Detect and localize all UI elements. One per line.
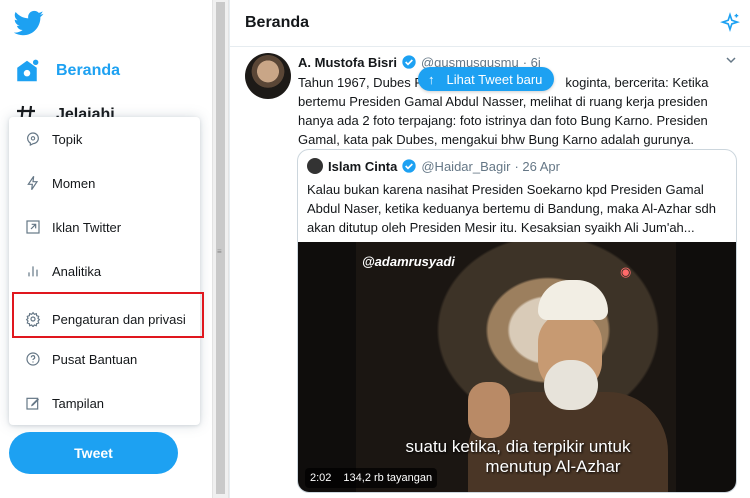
quoted-tweet-text: Kalau bukan karena nasihat Presiden Soek… [307,182,717,235]
quoted-avatar [307,158,323,174]
menu-item-help-center[interactable]: Pusat Bantuan [9,337,200,381]
quoted-tweet-time: · 26 Apr [514,158,560,174]
timeline-header: Beranda [230,0,750,47]
video-meta-badge: 2:02 134,2 rb tayangan [305,468,438,488]
menu-item-label: Pusat Bantuan [52,351,138,367]
show-new-tweets-button[interactable]: ↑ Lihat Tweet baru [418,67,555,91]
help-icon [24,350,42,368]
more-menu: Topik Momen Iklan Twitter Analitika Peng… [9,117,200,425]
quoted-author-name: Islam Cinta [328,158,398,174]
avatar[interactable] [245,53,291,99]
tweet[interactable]: A. Mustofa Bisri @gusmusgusmu · 6j Tahun… [230,48,750,498]
tweet-text-line1-end: koginta, bercerita: Ketika [565,75,709,90]
menu-item-topics[interactable]: Topik [9,117,200,161]
video-beard [544,360,598,410]
highlight-annotation-box [12,292,204,338]
arrow-up-icon: ↑ [428,71,435,87]
tweet-text-rest: bertemu Presiden Gamal Abdul Nasser, mel… [298,94,708,147]
tweet-text-line1-start: Tahun 1967, Dubes RI [298,75,428,90]
video-player[interactable]: @adamrusyadi ◉ suatu ketika, dia terpiki… [298,242,736,492]
channel-logo-icon: ◉ [620,264,632,279]
menu-item-label: Iklan Twitter [52,219,122,235]
external-link-icon [24,218,42,236]
home-icon [17,59,39,82]
menu-item-label: Momen [52,175,96,191]
video-hand [468,382,510,438]
tweet-button[interactable]: Tweet [9,432,178,474]
menu-item-label: Topik [52,131,83,147]
verified-badge-icon [402,159,417,173]
menu-item-label: Analitika [52,263,102,279]
nav-home-label: Beranda [56,62,121,79]
video-watermark: @adamrusyadi [362,254,455,269]
quoted-author-handle: @Haidar_Bagir [421,158,511,174]
menu-item-twitter-ads[interactable]: Iklan Twitter [9,205,200,249]
video-duration: 2:02 [310,472,332,484]
lightning-icon [24,174,42,192]
left-sidebar: Beranda Jelajahi Topik Momen Iklan Twitt… [0,0,212,498]
video-subtitle-line1: suatu ketika, dia terpikir untuk [405,437,631,456]
quoted-tweet-author-line: Islam Cinta @Haidar_Bagir · 26 Apr [307,158,560,174]
menu-item-display[interactable]: Tampilan [9,381,200,425]
edit-icon [24,394,42,412]
sparkle-icon[interactable] [719,12,741,34]
topic-icon [24,130,42,148]
nav-home[interactable]: Beranda [14,58,120,84]
bar-chart-icon [24,262,42,280]
scrollbar-grip-icon: ≡ [217,247,222,256]
menu-item-analytics[interactable]: Analitika [9,249,200,293]
page-title: Beranda [245,14,310,31]
sidebar-scrollbar[interactable]: ≡ [212,0,229,498]
tweet-author-name[interactable]: A. Mustofa Bisri [298,55,397,70]
menu-item-moments[interactable]: Momen [9,161,200,205]
video-views: 134,2 rb tayangan [343,472,433,484]
verified-badge-icon [402,55,416,69]
main-timeline: Beranda A. Mustofa Bisri @gusmusgusmu · … [229,0,750,498]
chevron-down-icon[interactable] [725,54,737,66]
quoted-tweet[interactable]: Islam Cinta @Haidar_Bagir · 26 Apr Kalau… [297,149,737,493]
twitter-logo-icon[interactable] [14,8,44,38]
menu-item-label: Tampilan [52,395,105,411]
show-new-tweets-label: Lihat Tweet baru [446,71,543,87]
